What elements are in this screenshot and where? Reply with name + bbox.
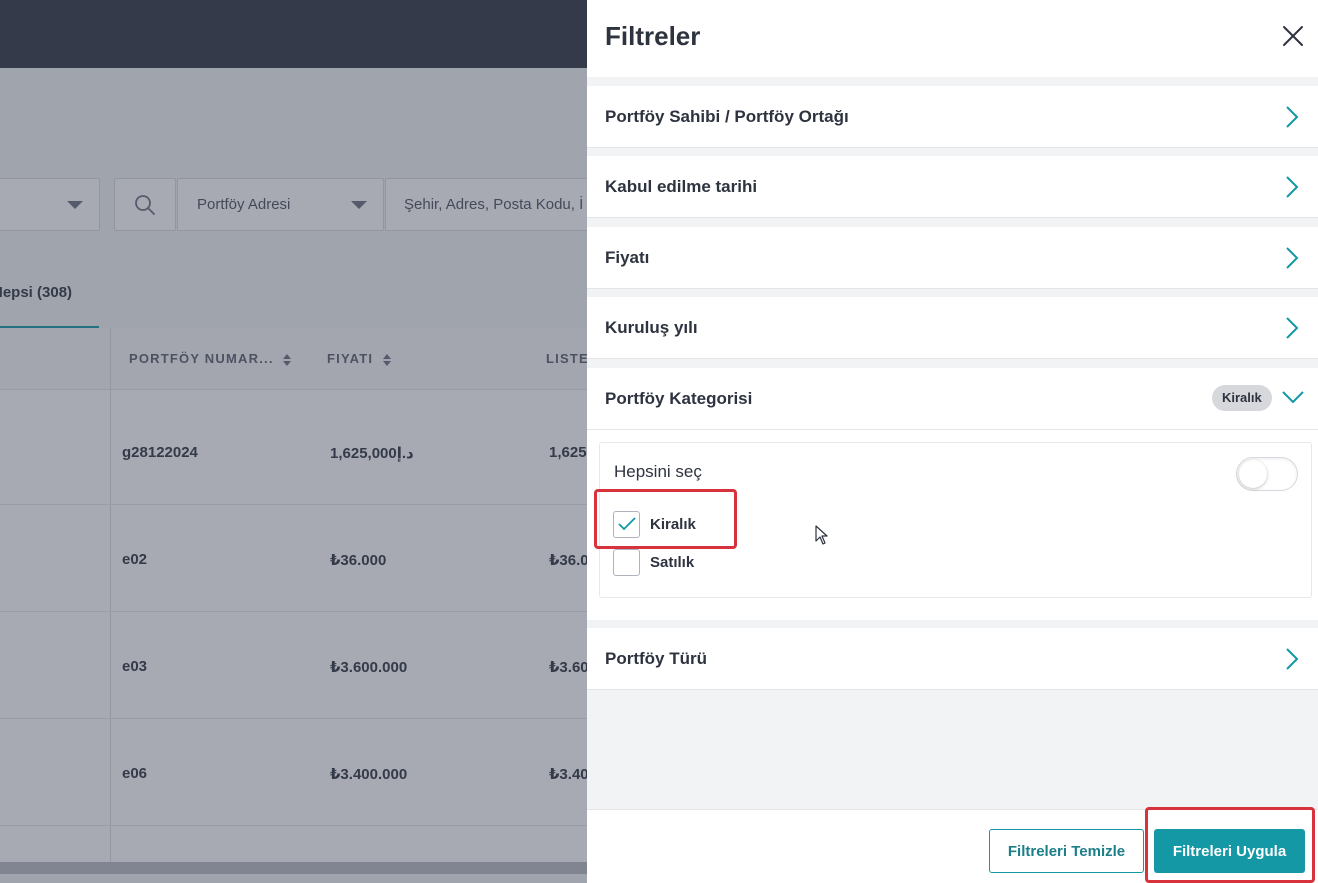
category-options-card: Hepsini seç Kiralık Satılık: [599, 442, 1312, 598]
option-satilik[interactable]: Satılık: [613, 548, 694, 576]
chevron-right-icon: [1286, 247, 1299, 269]
select-all-label: Hepsini seç: [614, 462, 702, 481]
option-label: Kiralık: [650, 515, 696, 533]
filter-panel: Filtreler Portföy Sahibi / Portföy Ortağ…: [587, 0, 1318, 883]
chevron-right-icon: [1286, 106, 1299, 128]
option-label: Satılık: [650, 553, 695, 571]
filter-section-price[interactable]: Fiyatı: [587, 227, 1318, 289]
close-icon[interactable]: [1281, 24, 1305, 48]
filter-section-portfolio-owner[interactable]: Portföy Sahibi / Portföy Ortağı: [587, 86, 1318, 148]
filter-section-portfolio-category[interactable]: Portföy Kategorisi Kiralık: [587, 368, 1318, 430]
kiralik-checkbox[interactable]: [613, 510, 640, 538]
filter-section-label: Fiyatı: [605, 248, 650, 267]
panel-title: Filtreler: [605, 21, 701, 51]
toggle-knob: [1239, 460, 1267, 488]
modal-backdrop[interactable]: [0, 0, 587, 883]
category-options-area: Hepsini seç Kiralık Satılık: [587, 430, 1318, 620]
filter-section-label: Portföy Kategorisi: [605, 389, 753, 408]
selected-category-badge: Kiralık: [1212, 385, 1272, 411]
filter-section-label: Kuruluş yılı: [605, 318, 698, 337]
filter-section-label: Kabul edilme tarihi: [605, 177, 758, 196]
chevron-right-icon: [1286, 176, 1299, 198]
clear-filters-button[interactable]: Filtreleri Temizle: [989, 829, 1144, 873]
filter-section-label: Portföy Sahibi / Portföy Ortağı: [605, 107, 849, 126]
satilik-checkbox[interactable]: [613, 548, 640, 576]
chevron-right-icon: [1286, 648, 1299, 670]
chevron-down-icon: [1282, 391, 1304, 404]
filter-section-build-year[interactable]: Kuruluş yılı: [587, 297, 1318, 359]
option-kiralik[interactable]: Kiralık: [613, 510, 696, 538]
select-all-toggle[interactable]: [1236, 457, 1298, 491]
chevron-right-icon: [1286, 317, 1299, 339]
apply-filters-button[interactable]: Filtreleri Uygula: [1154, 829, 1305, 873]
checkmark-icon: [617, 517, 636, 531]
filter-section-label: Portföy Türü: [605, 649, 707, 668]
filter-section-portfolio-type[interactable]: Portföy Türü: [587, 628, 1318, 690]
filter-panel-header: Filtreler: [587, 0, 1318, 77]
filter-section-acceptance-date[interactable]: Kabul edilme tarihi: [587, 156, 1318, 218]
filter-panel-footer: Filtreleri Temizle Filtreleri Uygula: [587, 809, 1318, 883]
